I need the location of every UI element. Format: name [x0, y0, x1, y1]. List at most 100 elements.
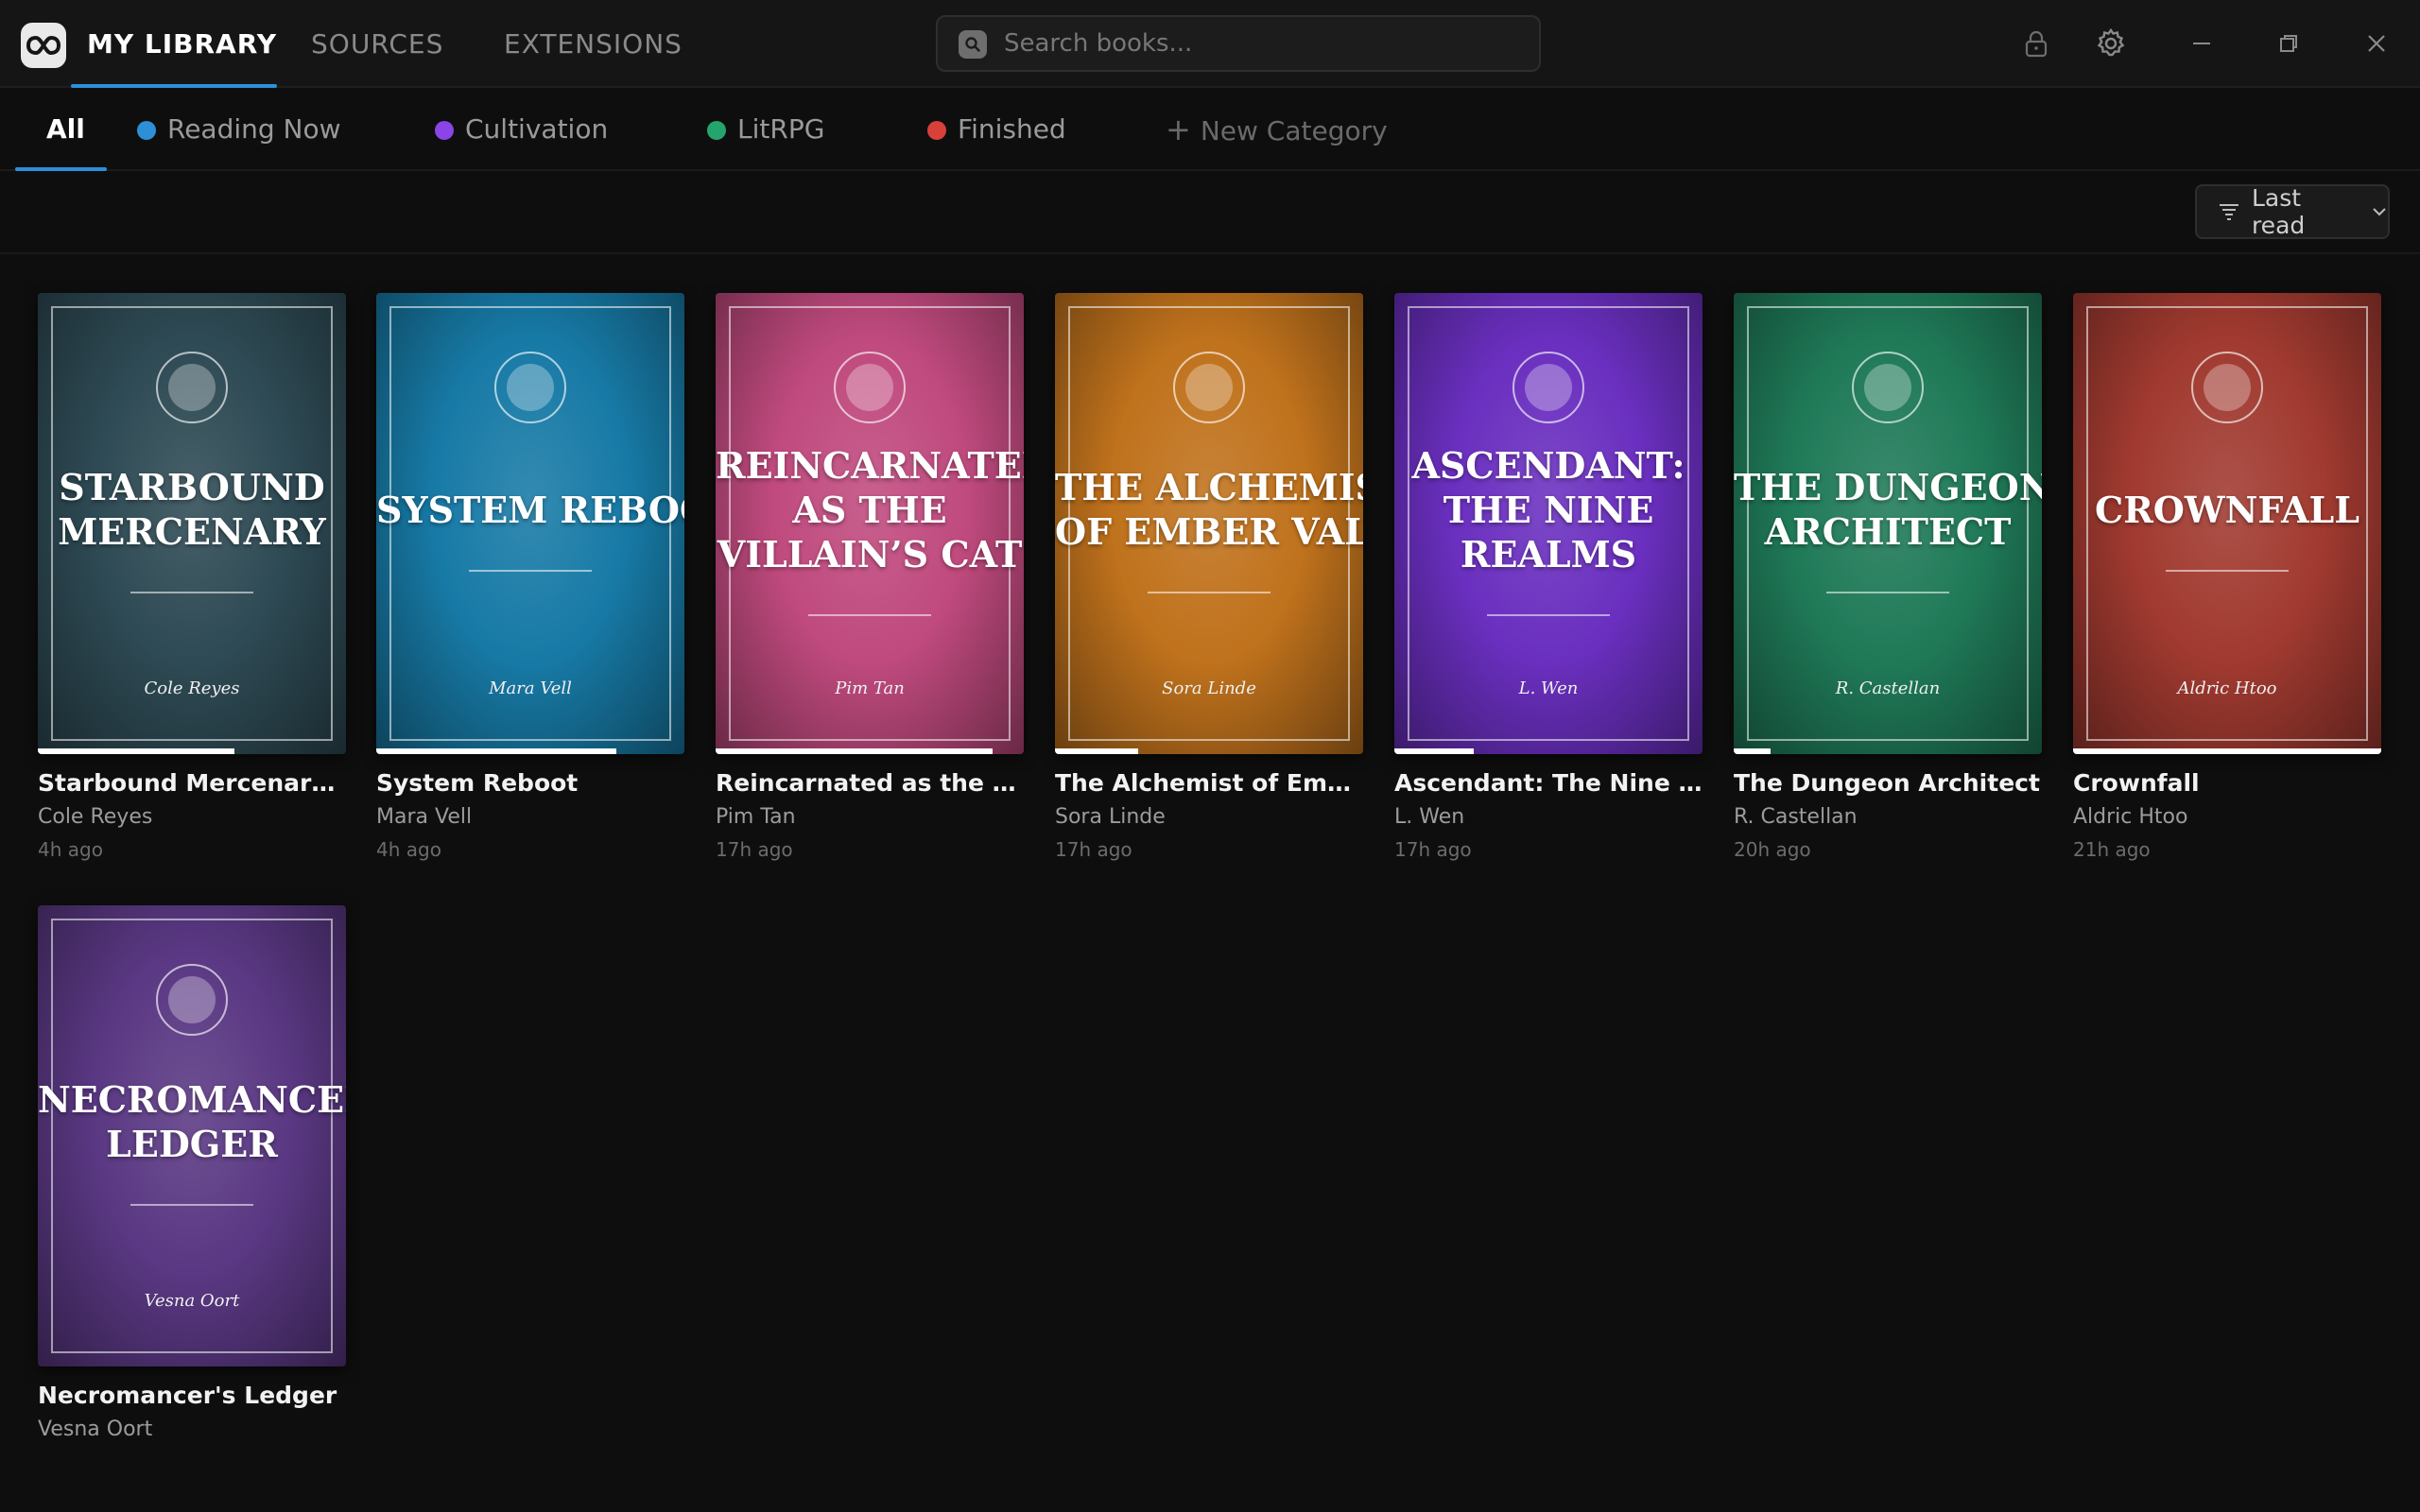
close-icon[interactable] [2354, 21, 2399, 66]
book-author: Sora Linde [1055, 805, 1166, 829]
book-card[interactable]: REINCARNATED AS THE VILLAIN’S CAT Pim Ta… [716, 293, 1024, 862]
cover-title-line: OF EMBER VALE [1055, 510, 1363, 553]
book-title: The Alchemist of Ember V... [1055, 769, 1363, 797]
book-title: Necromancer's Ledger [38, 1382, 337, 1409]
last-read-time: 17h ago [1394, 838, 1472, 861]
category-dot [137, 121, 156, 140]
book-card[interactable]: ASCENDANT: THE NINE REALMS L. Wen Ascend… [1394, 293, 1703, 862]
book-title: System Reboot [376, 769, 579, 797]
book-title: Crownfall [2073, 769, 2200, 797]
book-author: Aldric Htoo [2073, 805, 2188, 829]
emblem-icon [834, 352, 906, 423]
category-dot [927, 121, 946, 140]
cover-title-line: ARCHITECT [1764, 510, 2012, 553]
search-input[interactable] [1004, 17, 1524, 70]
cover-title-line: CROWNFALL [2094, 488, 2360, 531]
emblem-icon [1512, 352, 1584, 423]
book-author: Cole Reyes [38, 805, 153, 829]
reading-progress-bar [376, 748, 616, 754]
category-label: Cultivation [465, 113, 609, 145]
book-card[interactable]: CROWNFALL Aldric Htoo Crownfall Aldric H… [2073, 293, 2381, 862]
emblem-icon [1852, 352, 1924, 423]
search-icon [959, 30, 987, 59]
emblem-icon [156, 964, 228, 1036]
reading-progress-bar [38, 748, 234, 754]
category-dot [435, 121, 454, 140]
plus-icon: + [1166, 112, 1191, 147]
minimize-icon[interactable] [2179, 21, 2224, 66]
emblem-icon [494, 352, 566, 423]
tab-my-library[interactable]: MY LIBRARY [87, 0, 277, 88]
cover-title-line: SYSTEM REBOOT [376, 488, 684, 531]
tab-sources[interactable]: SOURCES [311, 0, 443, 88]
emblem-icon [2191, 352, 2263, 423]
last-read-time: 20h ago [1734, 838, 1811, 861]
book-cover: NECROMANCER’S LEDGER Vesna Oort [38, 905, 346, 1366]
cover-title-line: ASCENDANT: [1411, 443, 1685, 487]
reading-progress-bar [716, 748, 993, 754]
sort-bar: Last read [0, 171, 2420, 254]
reading-progress-bar [1734, 748, 1771, 754]
book-author: Mara Vell [376, 805, 473, 829]
book-cover: CROWNFALL Aldric Htoo [2073, 293, 2381, 754]
cover-title-line: THE ALCHEMIST [1055, 466, 1363, 508]
category-litrpg[interactable]: LitRPG [707, 88, 824, 171]
cover-author: R. Castellan [1835, 679, 1941, 698]
cover-author: L. Wen [1518, 679, 1579, 698]
book-author: Pim Tan [716, 805, 796, 829]
book-cover: THE DUNGEON ARCHITECT R. Castellan [1734, 293, 2042, 754]
emblem-icon [156, 352, 228, 423]
book-title: The Dungeon Architect [1734, 769, 2040, 797]
sort-dropdown[interactable]: Last read [2195, 184, 2390, 239]
book-author: L. Wen [1394, 805, 1465, 829]
cover-author: Vesna Oort [144, 1291, 240, 1311]
cover-title-line: THE NINE [1443, 488, 1654, 531]
book-title: Reincarnated as the Villain... [716, 769, 1024, 797]
category-cultivation[interactable]: Cultivation [435, 88, 608, 171]
category-all[interactable]: All [46, 88, 85, 171]
cover-title-line: THE DUNGEON [1734, 466, 2042, 508]
new-category-label: New Category [1200, 115, 1388, 146]
category-reading-now[interactable]: Reading Now [137, 88, 341, 171]
category-label: Reading Now [167, 113, 341, 145]
book-card[interactable]: NECROMANCER’S LEDGER Vesna Oort Necroman… [38, 905, 346, 1444]
lock-icon[interactable] [2014, 21, 2059, 66]
gear-icon[interactable] [2088, 21, 2134, 66]
last-read-time: 4h ago [38, 838, 103, 861]
reading-progress-bar [1055, 748, 1138, 754]
cover-title-line: AS THE [792, 488, 947, 531]
filter-icon [2219, 204, 2238, 220]
book-cover: SYSTEM REBOOT Mara Vell [376, 293, 684, 754]
new-category-button[interactable]: + New Category [1166, 88, 1388, 171]
book-author: Vesna Oort [38, 1418, 153, 1441]
book-cover: ASCENDANT: THE NINE REALMS L. Wen [1394, 293, 1703, 754]
category-dot [707, 121, 726, 140]
maximize-icon[interactable] [2266, 21, 2311, 66]
category-label: Finished [958, 113, 1066, 145]
cover-title-line: MERCENARY [58, 510, 326, 553]
book-card[interactable]: SYSTEM REBOOT Mara Vell System Reboot Ma… [376, 293, 684, 862]
top-bar: MY LIBRARY SOURCES EXTENSIONS [0, 0, 2420, 88]
book-card[interactable]: THE DUNGEON ARCHITECT R. Castellan The D… [1734, 293, 2042, 862]
book-card[interactable]: STARBOUND MERCENARY Cole Reyes Starbound… [38, 293, 346, 862]
cover-title-line: NECROMANCER’S [38, 1078, 346, 1121]
category-bar: All Reading Now Cultivation LitRPG Finis… [0, 88, 2420, 171]
book-title: Ascendant: The Nine Real... [1394, 769, 1703, 797]
book-card[interactable]: THE ALCHEMIST OF EMBER VALE Sora Linde T… [1055, 293, 1363, 862]
category-label: LitRPG [737, 113, 825, 145]
cover-title-line: LEDGER [106, 1123, 278, 1165]
cover-author: Aldric Htoo [2177, 679, 2277, 698]
cover-author: Mara Vell [489, 679, 572, 698]
reading-progress-bar [2073, 748, 2381, 754]
tab-extensions[interactable]: EXTENSIONS [504, 0, 683, 88]
chevron-down-icon [2373, 208, 2386, 216]
search-box[interactable] [936, 15, 1541, 72]
cover-author: Sora Linde [1162, 679, 1256, 698]
app-logo-icon[interactable] [21, 23, 66, 68]
cover-title-line: REINCARNATED [716, 443, 1024, 487]
cover-author: Cole Reyes [144, 679, 240, 698]
category-finished[interactable]: Finished [927, 88, 1066, 171]
cover-title-line: VILLAIN’S CAT [717, 532, 1023, 576]
last-read-time: 17h ago [1055, 838, 1132, 861]
emblem-icon [1173, 352, 1245, 423]
